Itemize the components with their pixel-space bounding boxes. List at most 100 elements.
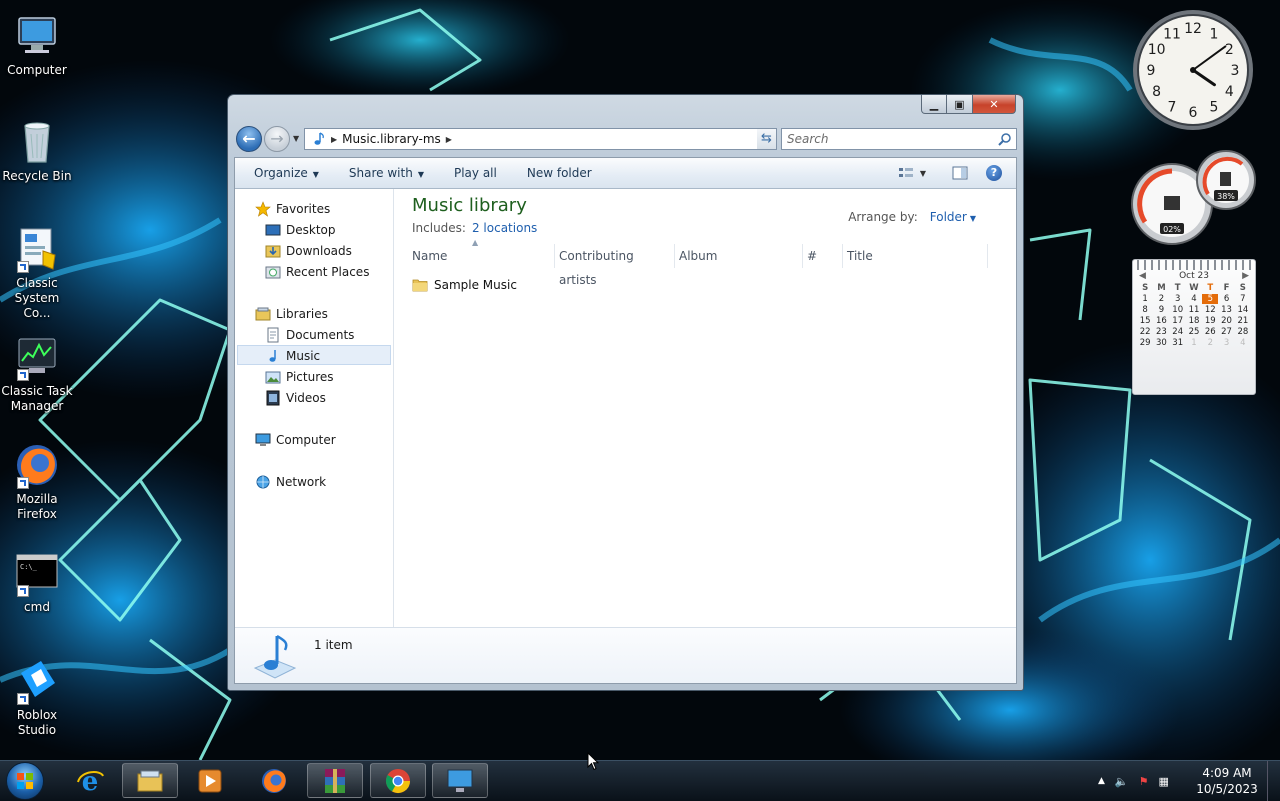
- desktop-icon-classic-system-control[interactable]: Classic System Co...: [0, 225, 74, 321]
- calendar-day[interactable]: 20: [1218, 316, 1234, 326]
- desktop-icon-recycle-bin[interactable]: Recycle Bin: [0, 118, 74, 184]
- taskbar-file-explorer[interactable]: [122, 763, 178, 798]
- calendar-day[interactable]: 5: [1202, 294, 1219, 304]
- taskbar-internet-explorer[interactable]: e: [62, 763, 118, 798]
- cpu-meter-gadget[interactable]: 02% 38%: [1130, 150, 1256, 246]
- preview-pane-icon[interactable]: [952, 165, 968, 181]
- calendar-day[interactable]: 1: [1137, 294, 1153, 304]
- view-options-icon[interactable]: [898, 165, 914, 181]
- calendar-day[interactable]: 16: [1153, 316, 1169, 326]
- calendar-day[interactable]: 10: [1170, 305, 1186, 315]
- calendar-day[interactable]: 24: [1170, 327, 1186, 337]
- view-dropdown-icon[interactable]: ▼: [920, 169, 926, 178]
- search-input[interactable]: Search: [787, 132, 829, 146]
- desktop-icon-computer[interactable]: Computer: [0, 12, 74, 78]
- organize-button[interactable]: Organize ▼: [254, 166, 319, 180]
- explorer-window[interactable]: ▁ ▣ ✕ ← → ▼ ▶ Music.library-ms ▶ ▼ Searc…: [227, 94, 1024, 691]
- recent-pages-dropdown[interactable]: ▼: [293, 134, 299, 143]
- forward-button[interactable]: →: [264, 126, 290, 152]
- calendar-day[interactable]: 26: [1202, 327, 1218, 337]
- address-bar[interactable]: ▶ Music.library-ms ▶ ▼: [304, 128, 777, 150]
- calendar-day[interactable]: 11: [1186, 305, 1202, 315]
- calendar-day[interactable]: 12: [1202, 305, 1218, 315]
- desktop-icon-classic-task-manager[interactable]: Classic Task Manager: [0, 333, 74, 414]
- calendar-day[interactable]: 2: [1202, 338, 1218, 348]
- calendar-day[interactable]: 31: [1170, 338, 1186, 348]
- address-path[interactable]: Music.library-ms: [342, 132, 441, 146]
- nav-item-downloads[interactable]: Downloads: [265, 241, 352, 261]
- clock-gadget[interactable]: 12 12 3 45678 9 1011: [1132, 9, 1254, 131]
- minimize-button[interactable]: ▁: [921, 95, 947, 114]
- search-icon[interactable]: [998, 132, 1012, 146]
- calendar-gadget[interactable]: ◀ Oct 23 ▶ S M T W T F S 1 2 3 4 5 6 7 8 9 10 11 12 13 14 15 1…: [1132, 259, 1256, 395]
- calendar-day[interactable]: 17: [1170, 316, 1186, 326]
- desktop-icon-cmd[interactable]: C:\_ cmd: [0, 549, 74, 615]
- calendar-day[interactable]: 29: [1137, 338, 1153, 348]
- calendar-next-arrow-icon[interactable]: ▶: [1242, 271, 1249, 281]
- nav-item-documents[interactable]: Documents: [265, 325, 354, 345]
- desktop-icon-roblox-studio[interactable]: Roblox Studio: [0, 657, 74, 738]
- breadcrumb-separator-icon[interactable]: ▶: [331, 135, 337, 144]
- nav-item-recent-places[interactable]: Recent Places: [265, 262, 369, 282]
- maximize-button[interactable]: ▣: [947, 95, 973, 114]
- column-number[interactable]: #: [803, 244, 843, 268]
- nav-item-network[interactable]: Network: [255, 472, 326, 492]
- calendar-day[interactable]: 21: [1235, 316, 1251, 326]
- taskbar-clock[interactable]: 4:09 AM 10/5/2023: [1192, 765, 1262, 797]
- calendar-day[interactable]: 19: [1202, 316, 1218, 326]
- search-box[interactable]: Search: [781, 128, 1017, 150]
- nav-item-libraries[interactable]: Libraries: [255, 304, 328, 324]
- column-contributing-artists[interactable]: Contributing artists: [555, 244, 675, 287]
- desktop-icon-mozilla-firefox[interactable]: Mozilla Firefox: [0, 441, 74, 522]
- list-item[interactable]: Sample Music: [412, 275, 517, 295]
- locations-link[interactable]: 2 locations: [472, 221, 537, 235]
- network-status-icon[interactable]: ▦: [1159, 775, 1169, 788]
- back-button[interactable]: ←: [236, 126, 262, 152]
- arrange-by-dropdown[interactable]: Folder: [930, 210, 967, 224]
- calendar-day[interactable]: 22: [1137, 327, 1153, 337]
- taskbar-winrar[interactable]: [307, 763, 363, 798]
- close-button[interactable]: ✕: [973, 95, 1016, 114]
- nav-item-videos[interactable]: Videos: [265, 388, 326, 408]
- calendar-day[interactable]: 3: [1218, 338, 1234, 348]
- calendar-day[interactable]: 23: [1153, 327, 1169, 337]
- new-folder-button[interactable]: New folder: [527, 166, 592, 180]
- share-with-button[interactable]: Share with ▼: [349, 166, 424, 180]
- calendar-prev-arrow-icon[interactable]: ◀: [1139, 271, 1146, 281]
- calendar-day[interactable]: 1: [1186, 338, 1202, 348]
- nav-item-computer[interactable]: Computer: [255, 430, 336, 450]
- nav-item-pictures[interactable]: Pictures: [265, 367, 334, 387]
- show-desktop-button[interactable]: [1267, 761, 1280, 801]
- calendar-day[interactable]: 28: [1235, 327, 1251, 337]
- calendar-day[interactable]: 27: [1218, 327, 1234, 337]
- calendar-day[interactable]: 30: [1153, 338, 1169, 348]
- calendar-day[interactable]: 4: [1235, 338, 1251, 348]
- refresh-button[interactable]: ⇆: [757, 128, 777, 150]
- calendar-day[interactable]: 14: [1235, 305, 1251, 315]
- volume-icon[interactable]: 🔈: [1115, 775, 1129, 788]
- chevron-down-icon[interactable]: ▼: [970, 214, 976, 223]
- nav-item-favorites[interactable]: Favorites: [255, 199, 330, 219]
- calendar-day[interactable]: 9: [1153, 305, 1169, 315]
- nav-item-music[interactable]: Music: [265, 346, 320, 366]
- taskbar-firefox[interactable]: [246, 763, 302, 798]
- taskbar-chrome[interactable]: [370, 763, 426, 798]
- calendar-day[interactable]: 13: [1218, 305, 1234, 315]
- calendar-day[interactable]: 4: [1186, 294, 1202, 304]
- taskbar-remote-desktop[interactable]: [432, 763, 488, 798]
- action-center-icon[interactable]: ⚑: [1139, 775, 1149, 788]
- start-button[interactable]: [6, 762, 44, 800]
- nav-item-desktop[interactable]: Desktop: [265, 220, 336, 240]
- show-hidden-icons-icon[interactable]: ▲: [1098, 776, 1105, 786]
- column-name[interactable]: Name: [408, 244, 555, 268]
- calendar-day[interactable]: 8: [1137, 305, 1153, 315]
- calendar-day[interactable]: 18: [1186, 316, 1202, 326]
- calendar-day[interactable]: 2: [1153, 294, 1169, 304]
- help-icon[interactable]: ?: [986, 165, 1002, 181]
- calendar-day[interactable]: 6: [1218, 294, 1234, 304]
- column-album[interactable]: Album: [675, 244, 803, 268]
- column-title[interactable]: Title: [843, 244, 988, 268]
- play-all-button[interactable]: Play all: [454, 166, 497, 180]
- calendar-day[interactable]: 15: [1137, 316, 1153, 326]
- calendar-day[interactable]: 3: [1170, 294, 1186, 304]
